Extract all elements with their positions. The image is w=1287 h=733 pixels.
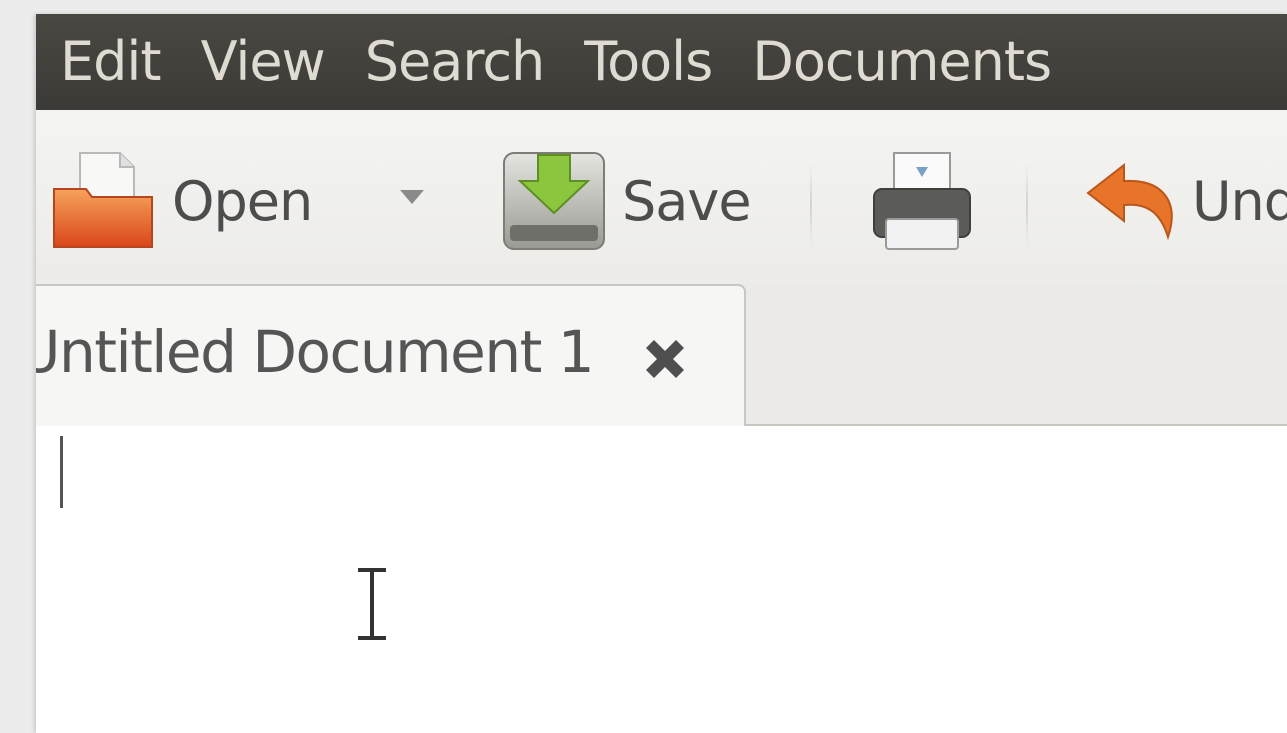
menu-view[interactable]: View xyxy=(181,14,345,110)
undo-button[interactable]: Undo xyxy=(1084,146,1287,256)
text-editor-area[interactable] xyxy=(36,426,1287,733)
undo-label: Undo xyxy=(1192,169,1287,233)
close-icon[interactable] xyxy=(636,330,694,388)
ibeam-cursor-icon xyxy=(358,566,386,642)
print-button[interactable] xyxy=(870,146,974,256)
print-icon xyxy=(873,152,971,250)
menu-edit[interactable]: Edit xyxy=(36,14,181,110)
tab-label: Untitled Document 1 xyxy=(36,318,595,386)
menu-search[interactable]: Search xyxy=(345,14,565,110)
open-label: Open xyxy=(172,169,313,233)
toolbar: Open Save Und xyxy=(36,110,1287,296)
open-folder-icon xyxy=(53,152,153,248)
open-button[interactable]: Open xyxy=(50,146,313,256)
toolbar-separator xyxy=(810,164,812,246)
menu-bar: Edit View Search Tools Documents xyxy=(36,14,1287,110)
menu-documents[interactable]: Documents xyxy=(732,14,1071,110)
text-caret xyxy=(60,436,63,508)
tab-strip: Untitled Document 1 xyxy=(36,284,1287,426)
text-editor-window: Edit View Search Tools Documents Open Sa… xyxy=(36,14,1287,733)
save-button[interactable]: Save xyxy=(500,146,752,256)
tab-untitled-document-1[interactable]: Untitled Document 1 xyxy=(36,284,746,426)
menu-tools[interactable]: Tools xyxy=(564,14,732,110)
undo-arrow-icon xyxy=(1086,162,1173,241)
save-label: Save xyxy=(622,169,752,233)
open-dropdown-arrow-icon[interactable] xyxy=(400,190,424,204)
toolbar-separator xyxy=(1026,164,1028,246)
save-disk-icon xyxy=(503,152,605,250)
